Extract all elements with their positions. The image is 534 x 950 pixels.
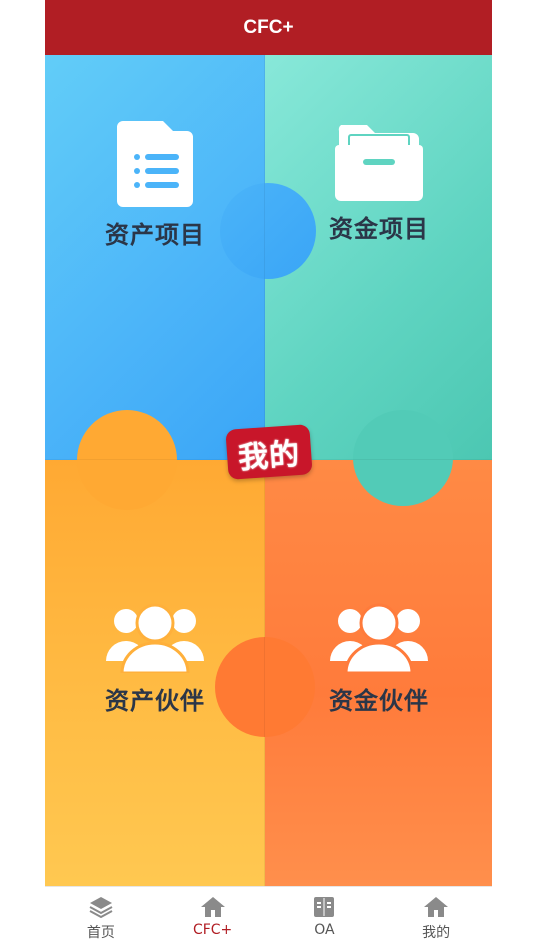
asset-partner-tile[interactable]: 资产伙伴	[97, 603, 213, 716]
fund-project-label: 资金项目	[329, 215, 429, 243]
tab-oa[interactable]: OA	[269, 887, 381, 950]
fund-project-tile[interactable]: 资金项目	[321, 121, 437, 244]
tab-home-label: 首页	[86, 925, 115, 941]
file-list-icon	[117, 121, 193, 207]
tab-home[interactable]: 首页	[45, 887, 157, 950]
puzzle-menu: 资产项目 资金项目 资产伙伴 资金伙伴 我的	[45, 55, 492, 886]
asset-project-tile[interactable]: 资产项目	[97, 121, 213, 250]
book-icon	[314, 897, 335, 917]
asset-partner-label: 资产伙伴	[105, 687, 205, 715]
layers-icon	[89, 897, 113, 918]
tab-mine[interactable]: 我的	[380, 887, 492, 950]
mine-badge-button[interactable]: 我的	[221, 421, 317, 485]
tab-mine-label: 我的	[422, 925, 451, 941]
users-icon	[106, 603, 204, 673]
home-icon	[424, 897, 449, 917]
puzzle-tab-orange	[215, 637, 315, 737]
fund-partner-label: 资金伙伴	[329, 687, 429, 715]
users-icon	[330, 603, 428, 673]
folder-icon	[335, 125, 423, 201]
asset-project-label: 资产项目	[105, 221, 205, 249]
puzzle-tab-blue	[220, 183, 316, 279]
header-title: CFC+	[243, 17, 294, 38]
mine-badge-label: 我的	[237, 436, 302, 477]
bottom-tab-bar: 首页 CFC+ OA 我的	[45, 886, 492, 950]
puzzle-tab-teal	[353, 410, 453, 506]
app-header: CFC+	[45, 0, 492, 55]
tab-cfc-label: CFC+	[192, 922, 233, 938]
tab-oa-label: OA	[314, 922, 335, 938]
fund-partner-tile[interactable]: 资金伙伴	[321, 603, 437, 716]
tab-cfc[interactable]: CFC+	[157, 887, 269, 950]
app-screen: CFC+ 资产项目 资金项目 资产伙伴 资金伙伴 我的 首页 CFC+ OA 我…	[45, 0, 492, 950]
home-icon	[200, 897, 225, 917]
puzzle-tab-yellow	[77, 410, 177, 510]
